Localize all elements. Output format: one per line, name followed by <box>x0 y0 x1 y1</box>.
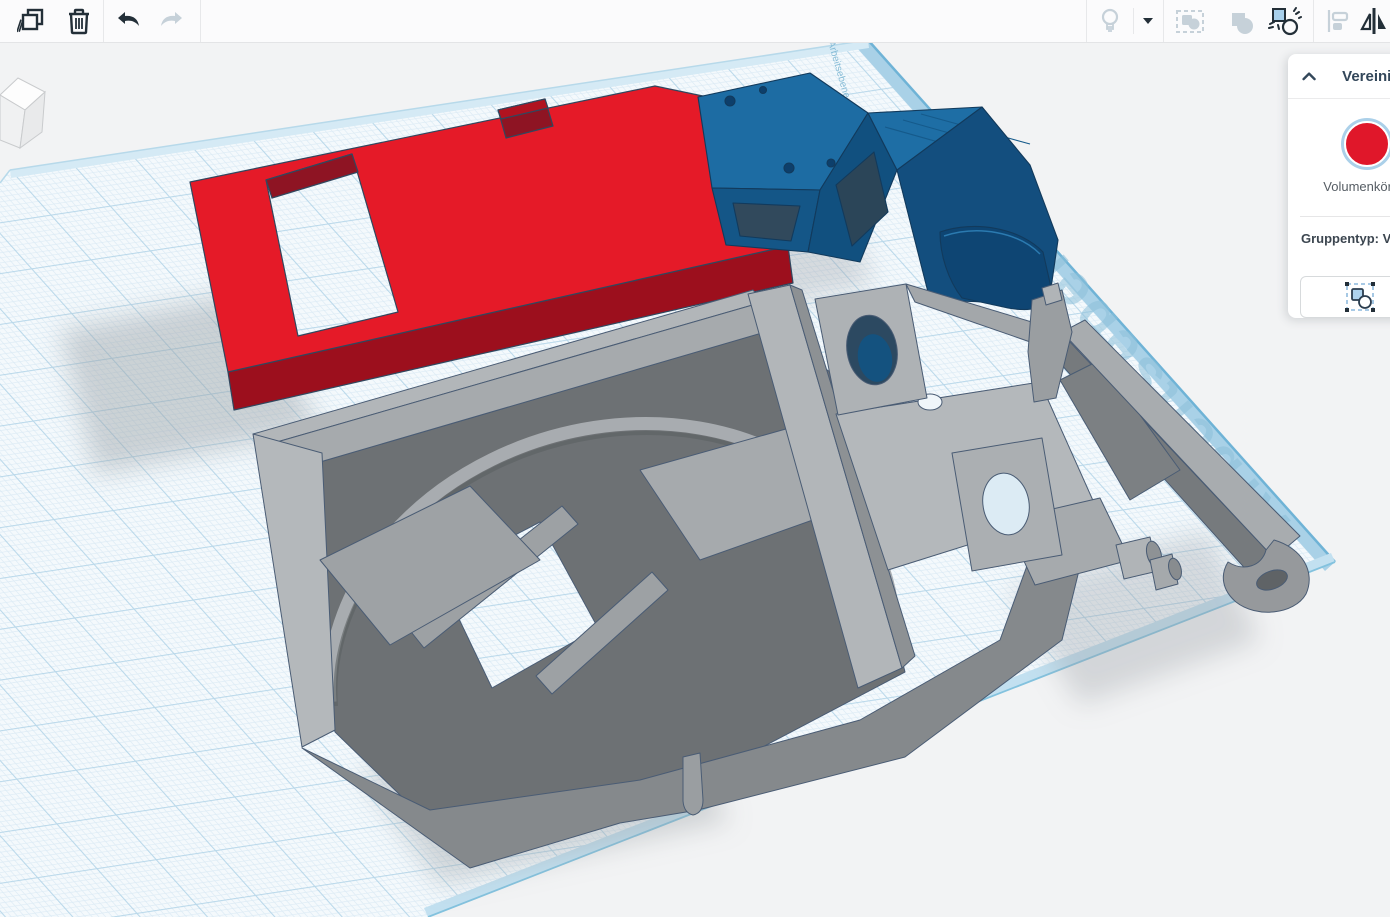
dropdown-caret-icon <box>1141 16 1155 26</box>
align-button[interactable] <box>1320 0 1356 42</box>
ghost-shape[interactable] <box>0 78 45 148</box>
panel-divider <box>1300 216 1390 217</box>
group-type-icon <box>1343 280 1377 314</box>
toolbar-separator <box>1163 0 1164 42</box>
undo-icon <box>114 9 142 33</box>
group-type-button[interactable] <box>1300 276 1390 318</box>
trash-icon <box>65 6 93 36</box>
lightbulb-icon <box>1097 7 1123 35</box>
group-type-label: Gruppentyp: Vereinigung <box>1301 231 1390 246</box>
group-selection-button[interactable] <box>1170 0 1210 42</box>
lightbulb-dropdown-button[interactable] <box>1136 0 1160 42</box>
inspector-header: Vereinigung <box>1288 54 1390 99</box>
undo-button[interactable] <box>110 0 146 42</box>
inspector-panel: Vereinigung Volumenkörper Gruppentyp: Ve… <box>1288 54 1390 318</box>
redo-button[interactable] <box>154 0 190 42</box>
merge-shapes-icon <box>1227 7 1257 35</box>
viewport-3d[interactable]: Arbeitsebene Arbeitsebene <box>0 0 1390 917</box>
align-icon <box>1324 8 1352 34</box>
color-swatch[interactable] <box>1344 121 1390 167</box>
toolbar-separator <box>1133 8 1134 34</box>
duplicate-button[interactable] <box>12 0 52 42</box>
toolbar-separator <box>103 0 104 42</box>
top-toolbar <box>0 0 1390 43</box>
lightbulb-button[interactable] <box>1092 0 1128 42</box>
toolbar-separator <box>200 0 201 42</box>
merge-shapes-button[interactable] <box>1222 0 1262 42</box>
ungroup-icon <box>1266 5 1302 37</box>
toolbar-separator <box>1086 0 1087 42</box>
collapse-chevron-icon[interactable] <box>1302 70 1316 82</box>
redo-icon <box>158 9 186 33</box>
ungroup-button[interactable] <box>1263 0 1305 42</box>
duplicate-icon <box>17 6 47 36</box>
mirror-icon <box>1358 7 1390 35</box>
mirror-button[interactable] <box>1356 0 1390 42</box>
delete-button[interactable] <box>60 0 98 42</box>
swatch-label: Volumenkörper <box>1323 179 1390 194</box>
panel-title: Vereinigung <box>1342 68 1390 85</box>
group-selection-icon <box>1174 7 1206 35</box>
toolbar-separator <box>1313 0 1314 42</box>
